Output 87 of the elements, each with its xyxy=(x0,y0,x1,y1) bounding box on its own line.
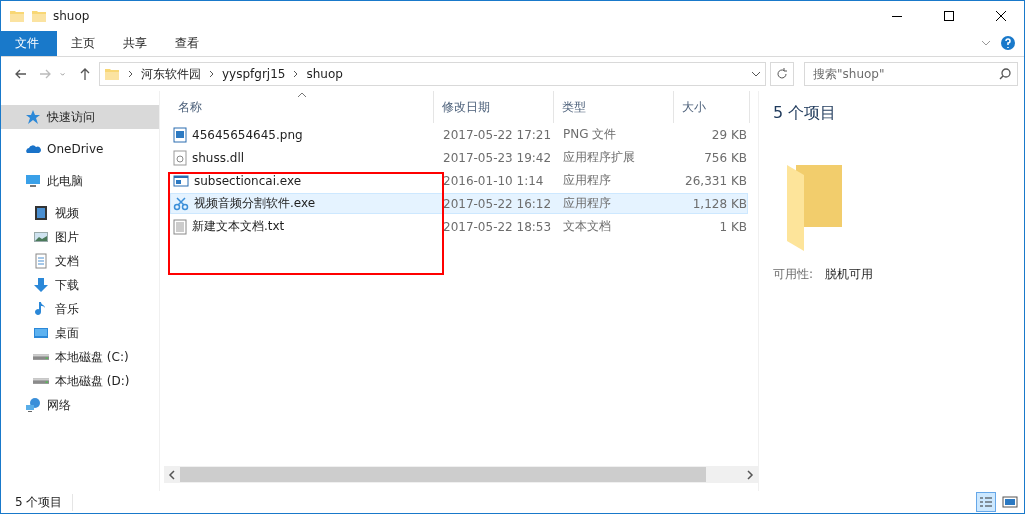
chevron-right-icon xyxy=(128,70,133,78)
sidebar-item[interactable]: 下载 xyxy=(1,273,159,297)
file-name: 视频音频分割软件.exe xyxy=(194,195,316,212)
details-view-icon xyxy=(979,496,993,508)
maximize-icon xyxy=(944,11,954,21)
file-row[interactable]: 视频音频分割软件.exe 2017-05-22 16:12 应用程序 1,128 KB xyxy=(170,193,748,214)
folder-icon xyxy=(9,9,25,23)
sidebar-item[interactable]: 本地磁盘 (C:) xyxy=(1,345,159,369)
close-icon xyxy=(996,11,1006,21)
search-icon xyxy=(999,68,1011,80)
size-cell-text: 29 KB xyxy=(710,127,748,142)
size-cell-text: 756 KB xyxy=(703,150,748,165)
sidebar-item[interactable]: 视频 xyxy=(1,201,159,225)
field-label: 可用性: xyxy=(773,266,814,283)
film-icon xyxy=(33,205,49,221)
sidebar-item[interactable]: 文档 xyxy=(1,249,159,273)
ribbon-tab[interactable]: 查看 xyxy=(161,31,213,56)
file-name: 45645654645.png xyxy=(192,127,303,142)
image-file-icon xyxy=(173,126,187,143)
refresh-button[interactable] xyxy=(770,62,794,86)
desktop-icon xyxy=(33,325,49,341)
chevron-down-icon[interactable] xyxy=(751,70,761,78)
chevron-right-icon xyxy=(293,70,299,78)
folder-icon xyxy=(785,162,845,252)
sidebar-item[interactable]: OneDrive xyxy=(1,137,159,161)
type-cell-text: 应用程序 xyxy=(562,172,612,189)
date-cell-text: 2017-05-23 19:42 xyxy=(442,150,553,165)
sidebar-item[interactable]: 此电脑 xyxy=(1,169,159,193)
sidebar-item[interactable]: 图片 xyxy=(1,225,159,249)
large-icons-view-icon xyxy=(1002,496,1018,508)
sidebar-item[interactable]: 音乐 xyxy=(1,297,159,321)
search-field[interactable]: 搜索"shuop" xyxy=(804,62,1018,86)
document-icon xyxy=(33,253,49,269)
column-header[interactable]: 大小 xyxy=(674,91,750,123)
refresh-icon xyxy=(776,68,788,80)
breadcrumb-item[interactable]: yyspfgrj15 xyxy=(222,67,286,81)
computer-icon xyxy=(25,173,41,189)
breadcrumb-item[interactable]: 河东软件园 xyxy=(141,65,201,83)
type-cell-text: PNG 文件 xyxy=(562,126,618,143)
date-cell-text: 2017-05-22 17:21 xyxy=(442,127,553,142)
text-file-icon xyxy=(173,218,187,235)
scissors-icon xyxy=(173,196,189,211)
file-name: 新建文本文档.txt xyxy=(192,218,285,235)
gear-file-icon xyxy=(173,149,187,166)
file-row[interactable]: 新建文本文档.txt 2017-05-22 18:53 文本文档 1 KB xyxy=(170,216,748,237)
breadcrumb-item[interactable]: shuop xyxy=(306,67,343,81)
sidebar-item[interactable]: 网络 xyxy=(1,393,159,417)
date-cell-text: 2017-05-22 18:53 xyxy=(442,219,553,234)
folder-icon xyxy=(31,9,47,23)
field-value: 脱机可用 xyxy=(825,266,874,283)
type-cell-text: 应用程序扩展 xyxy=(562,149,636,166)
date-cell-text: 2016-01-10 1:14 xyxy=(442,173,545,188)
file-row[interactable]: 45645654645.png 2017-05-22 17:21 PNG 文件 29 KB xyxy=(170,124,748,145)
window-title: shuop xyxy=(53,9,90,23)
file-row[interactable]: shuss.dll 2017-05-23 19:42 应用程序扩展 756 KB xyxy=(170,147,748,168)
address-bar[interactable]: 河东软件园 yyspfgrj15 shuop xyxy=(99,62,766,86)
window-file-icon xyxy=(173,173,189,188)
column-header[interactable]: 类型 xyxy=(554,91,674,123)
size-cell-text: 1,128 KB xyxy=(691,196,748,211)
file-row[interactable]: subsectioncai.exe 2016-01-10 1:14 应用程序 26,331 KB xyxy=(170,170,748,191)
star-icon xyxy=(25,109,41,125)
column-header[interactable]: 修改日期 xyxy=(434,91,554,123)
down-arrow-icon xyxy=(33,277,49,293)
sidebar-item[interactable]: 桌面 xyxy=(1,321,159,345)
picture-icon xyxy=(33,229,49,245)
size-cell-text: 26,331 KB xyxy=(684,173,748,188)
file-name: shuss.dll xyxy=(192,150,245,165)
horizontal-scrollbar[interactable] xyxy=(164,466,758,483)
drive-icon xyxy=(33,354,49,360)
drive-icon xyxy=(33,378,49,384)
chevron-right-icon xyxy=(209,70,214,78)
sidebar-item[interactable]: 本地磁盘 (D:) xyxy=(1,369,159,393)
details-title: 5 个项目 xyxy=(773,103,838,124)
ribbon-tab[interactable]: 共享 xyxy=(109,31,161,56)
column-header[interactable]: 名称 xyxy=(170,91,434,123)
folder-icon xyxy=(104,67,120,81)
date-cell-text: 2017-05-22 16:12 xyxy=(442,196,553,211)
item-count: 5 个项目 xyxy=(15,493,74,511)
type-cell-text: 文本文档 xyxy=(562,218,612,235)
ribbon-tab[interactable]: 主页 xyxy=(57,31,109,56)
minimize-icon xyxy=(892,15,902,17)
network-icon xyxy=(25,397,41,413)
file-name: subsectioncai.exe xyxy=(194,173,302,188)
sidebar-item[interactable]: 快速访问 xyxy=(1,105,159,129)
type-cell-text: 应用程序 xyxy=(562,195,612,212)
view-button[interactable] xyxy=(976,492,996,512)
size-cell-text: 1 KB xyxy=(718,219,748,234)
